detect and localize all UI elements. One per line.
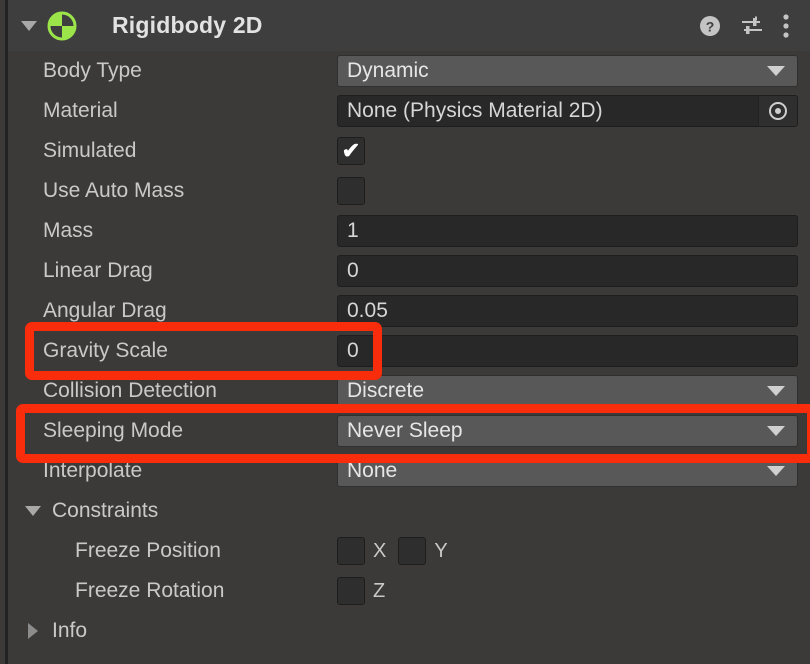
field-body-type: Dynamic	[337, 55, 798, 87]
chevron-down-icon	[767, 426, 785, 436]
freeze-position-x-checkbox[interactable]	[337, 537, 365, 565]
label-freeze-position: Freeze Position	[75, 539, 221, 563]
label-body-type: Body Type	[43, 59, 142, 83]
body-type-dropdown[interactable]: Dynamic	[337, 55, 798, 87]
field-linear-drag: 0	[337, 255, 798, 287]
angular-drag-value: 0.05	[347, 299, 388, 323]
freeze-rotation-z-checkbox[interactable]	[337, 577, 365, 605]
freeze-position-axes: X Y	[337, 537, 798, 565]
mass-input[interactable]: 1	[337, 215, 798, 247]
field-angular-drag: 0.05	[337, 295, 798, 327]
freeze-position-y-checkbox[interactable]	[398, 537, 426, 565]
row-simulated: Simulated ✔	[8, 131, 810, 171]
row-sleeping-mode: Sleeping Mode Never Sleep	[8, 411, 810, 451]
row-constraints[interactable]: Constraints	[8, 491, 810, 531]
svg-text:?: ?	[706, 18, 715, 34]
axis-label-x: X	[373, 540, 386, 563]
field-gravity-scale: 0	[337, 335, 798, 367]
material-object-field[interactable]: None (Physics Material 2D)	[337, 95, 798, 127]
info-foldout-toggle[interactable]	[20, 623, 46, 639]
field-interpolate: None	[337, 455, 798, 487]
label-use-auto-mass: Use Auto Mass	[43, 179, 184, 203]
row-linear-drag: Linear Drag 0	[8, 251, 810, 291]
field-freeze-rotation: Z	[337, 577, 798, 605]
object-picker-icon[interactable]	[758, 96, 797, 126]
row-use-auto-mass: Use Auto Mass	[8, 171, 810, 211]
label-info: Info	[52, 619, 87, 643]
field-freeze-position: X Y	[337, 537, 798, 565]
gravity-scale-input[interactable]: 0	[337, 335, 798, 367]
linear-drag-value: 0	[347, 259, 359, 283]
linear-drag-input[interactable]: 0	[337, 255, 798, 287]
gravity-scale-value: 0	[347, 339, 359, 363]
label-simulated: Simulated	[43, 139, 136, 163]
component-title: Rigidbody 2D	[112, 12, 263, 39]
label-interpolate: Interpolate	[43, 459, 142, 483]
row-interpolate: Interpolate None	[8, 451, 810, 491]
help-icon[interactable]: ?	[698, 14, 722, 38]
axis-label-z: Z	[373, 580, 385, 603]
component-header[interactable]: Rigidbody 2D ?	[8, 0, 810, 52]
sleeping-mode-value: Never Sleep	[347, 419, 463, 443]
label-linear-drag: Linear Drag	[43, 259, 153, 283]
component-foldout-toggle[interactable]	[16, 21, 42, 31]
row-info[interactable]: Info	[8, 611, 810, 651]
row-body-type: Body Type Dynamic	[8, 51, 810, 91]
chevron-right-icon	[28, 623, 38, 639]
material-value: None (Physics Material 2D)	[347, 99, 603, 123]
collision-detection-dropdown[interactable]: Discrete	[337, 375, 798, 407]
inspector-left-gutter	[0, 0, 6, 664]
row-angular-drag: Angular Drag 0.05	[8, 291, 810, 331]
rigidbody2d-inspector-panel: Rigidbody 2D ?	[0, 0, 810, 664]
field-sleeping-mode: Never Sleep	[337, 415, 798, 447]
label-material: Material	[43, 99, 118, 123]
field-collision-detection: Discrete	[337, 375, 798, 407]
chevron-down-icon	[767, 386, 785, 396]
interpolate-dropdown[interactable]: None	[337, 455, 798, 487]
constraints-foldout-toggle[interactable]	[20, 506, 46, 516]
field-material: None (Physics Material 2D)	[337, 95, 798, 127]
use-auto-mass-checkbox[interactable]	[337, 177, 365, 205]
freeze-rotation-axes: Z	[337, 577, 798, 605]
rigidbody2d-icon	[46, 10, 78, 42]
angular-drag-input[interactable]: 0.05	[337, 295, 798, 327]
label-constraints: Constraints	[52, 499, 158, 523]
label-mass: Mass	[43, 219, 93, 243]
label-angular-drag: Angular Drag	[43, 299, 167, 323]
interpolate-value: None	[347, 459, 397, 483]
row-material: Material None (Physics Material 2D)	[8, 91, 810, 131]
chevron-down-icon	[767, 66, 785, 76]
collision-detection-value: Discrete	[347, 379, 424, 403]
chevron-down-icon	[767, 466, 785, 476]
row-gravity-scale: Gravity Scale 0	[8, 331, 810, 371]
row-collision-detection: Collision Detection Discrete	[8, 371, 810, 411]
preset-icon[interactable]	[740, 14, 764, 38]
label-gravity-scale: Gravity Scale	[43, 339, 168, 363]
field-use-auto-mass	[337, 177, 798, 205]
axis-label-y: Y	[434, 540, 447, 563]
chevron-down-icon	[21, 21, 37, 31]
sleeping-mode-dropdown[interactable]: Never Sleep	[337, 415, 798, 447]
mass-value: 1	[347, 219, 359, 243]
property-rows: Body Type Dynamic Material None (Physics…	[8, 51, 810, 664]
field-simulated: ✔	[337, 137, 798, 165]
body-type-value: Dynamic	[347, 59, 429, 83]
label-freeze-rotation: Freeze Rotation	[75, 579, 224, 603]
row-mass: Mass 1	[8, 211, 810, 251]
component-header-icons: ?	[698, 13, 790, 39]
row-freeze-position: Freeze Position X Y	[8, 531, 810, 571]
field-mass: 1	[337, 215, 798, 247]
row-freeze-rotation: Freeze Rotation Z	[8, 571, 810, 611]
chevron-down-icon	[25, 506, 41, 516]
label-sleeping-mode: Sleeping Mode	[43, 419, 183, 443]
more-menu-icon[interactable]	[782, 13, 790, 39]
simulated-checkbox[interactable]: ✔	[337, 137, 365, 165]
label-collision-detection: Collision Detection	[43, 379, 217, 403]
check-icon: ✔	[342, 140, 360, 162]
